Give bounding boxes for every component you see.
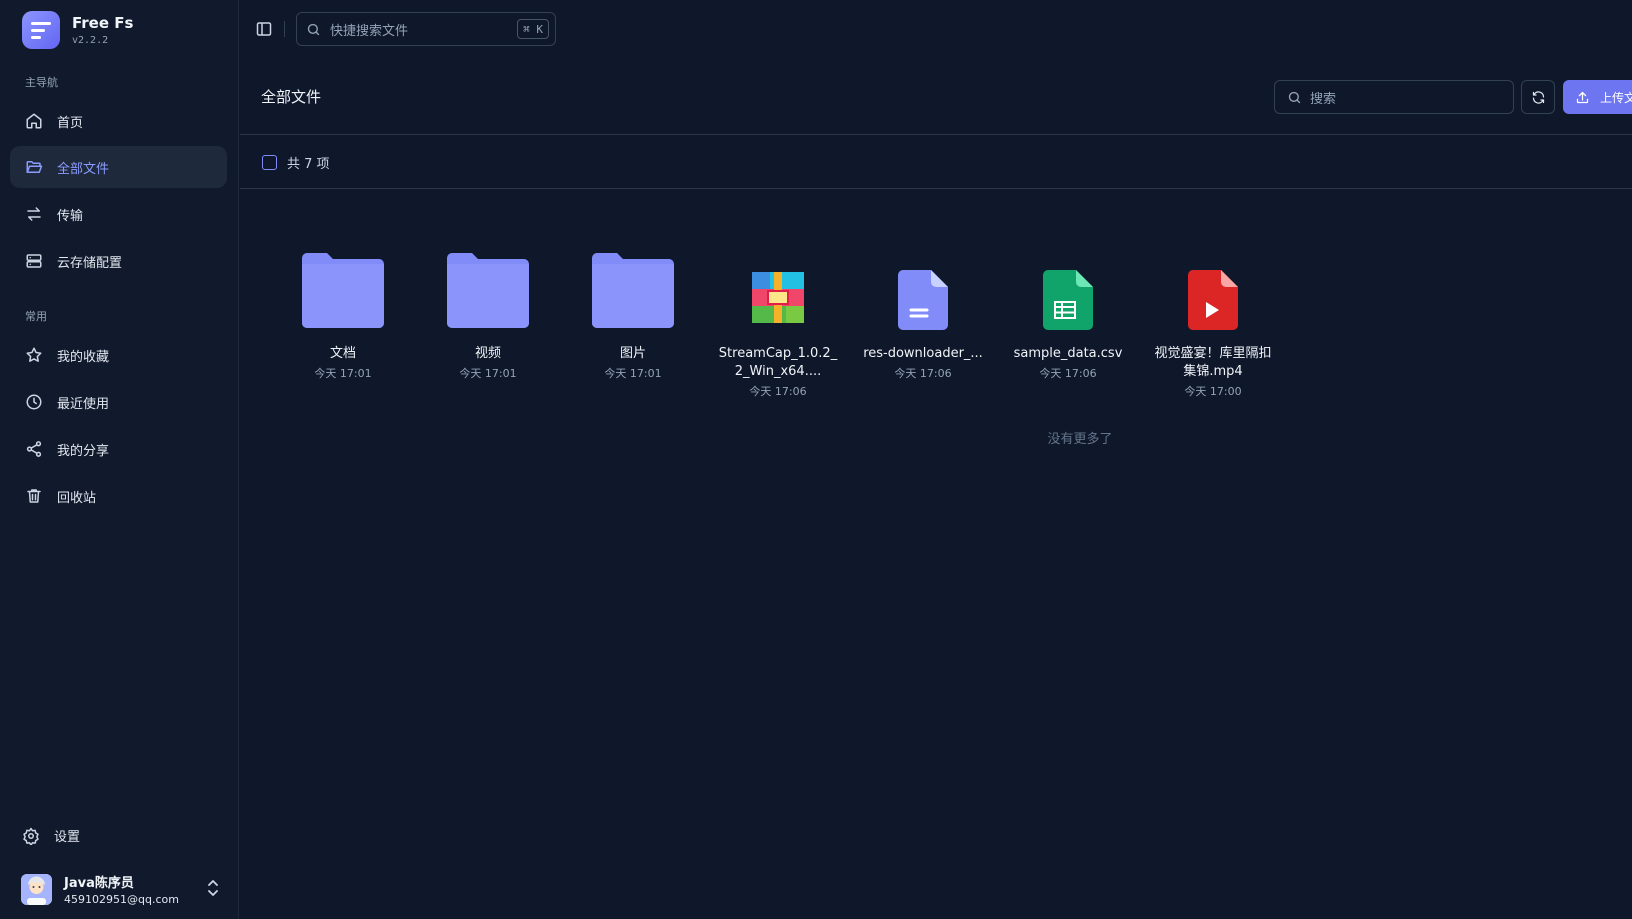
search-icon bbox=[307, 23, 320, 35]
storage-icon bbox=[26, 254, 42, 268]
file-search-input[interactable]: 搜索 bbox=[1274, 80, 1514, 114]
section-label-common: 常用 bbox=[25, 310, 47, 323]
file-item[interactable]: 文档 今天 17:01 bbox=[283, 240, 403, 381]
document-icon bbox=[898, 270, 948, 330]
settings-label: 设置 bbox=[54, 830, 81, 845]
file-name: 视频 bbox=[474, 346, 501, 361]
file-name: 文档 bbox=[329, 346, 356, 361]
file-date: 今天 17:06 bbox=[749, 385, 807, 398]
sidebar-item-favorites[interactable]: 我的收藏 bbox=[10, 334, 227, 376]
spreadsheet-icon bbox=[1043, 270, 1093, 330]
shortcut-hint: ⌘ K bbox=[517, 19, 549, 39]
sidebar-item-recent[interactable]: 最近使用 bbox=[10, 381, 227, 423]
sidebar-item-shares[interactable]: 我的分享 bbox=[10, 428, 227, 470]
chevron-up-down-icon[interactable] bbox=[205, 879, 221, 897]
file-item[interactable]: 视频 今天 17:01 bbox=[428, 240, 548, 381]
file-item[interactable]: sample_data.csv 今天 17:06 bbox=[1008, 240, 1128, 381]
sidebar-item-home[interactable]: 首页 bbox=[10, 100, 227, 142]
star-icon bbox=[26, 347, 42, 362]
sidebar-item-label: 全部文件 bbox=[57, 161, 110, 177]
search-icon bbox=[1288, 91, 1301, 103]
user-menu[interactable]: Java陈序员 459102951@qq.com bbox=[21, 872, 221, 906]
sidebar-item-label: 最近使用 bbox=[57, 396, 110, 412]
avatar-icon bbox=[21, 873, 52, 905]
sidebar-item-transfer[interactable]: 传输 bbox=[10, 193, 227, 235]
sidebar-item-label: 首页 bbox=[57, 115, 84, 131]
item-count: 共 7 项 bbox=[287, 157, 330, 172]
app-version: v2.2.2 bbox=[72, 35, 109, 46]
file-item[interactable]: 视觉盛宴！库里隔扣集锦.mp4 今天 17:00 bbox=[1153, 240, 1273, 399]
share-icon bbox=[26, 441, 42, 457]
folder-icon bbox=[592, 253, 674, 328]
brand[interactable]: Free Fs v2.2.2 bbox=[22, 11, 133, 49]
archive-icon bbox=[752, 272, 804, 323]
quick-search-input[interactable]: 快捷搜索文件 ⌘ K bbox=[296, 12, 556, 46]
quick-search-placeholder: 快捷搜索文件 bbox=[330, 23, 409, 39]
upload-icon bbox=[1576, 91, 1589, 103]
divider bbox=[284, 21, 285, 37]
select-all-checkbox[interactable] bbox=[262, 155, 277, 170]
file-name: sample_data.csv bbox=[1013, 346, 1123, 361]
clock-icon bbox=[26, 394, 42, 410]
app-name: Free Fs bbox=[72, 14, 134, 32]
sidebar-toggle-icon[interactable] bbox=[256, 21, 272, 37]
search-placeholder: 搜索 bbox=[1310, 91, 1337, 107]
sidebar-item-all-files[interactable]: 全部文件 bbox=[10, 146, 227, 188]
video-file-icon bbox=[1188, 270, 1238, 330]
upload-label: 上传文件 bbox=[1600, 90, 1632, 105]
home-icon bbox=[26, 113, 42, 129]
sidebar-item-trash[interactable]: 回收站 bbox=[10, 475, 227, 517]
file-name: StreamCap_1.0.2_2_Win_x64.... bbox=[718, 346, 838, 379]
divider bbox=[240, 134, 1632, 135]
sidebar-item-label: 我的分享 bbox=[57, 443, 110, 459]
gear-icon bbox=[23, 827, 39, 845]
topbar: 快捷搜索文件 ⌘ K bbox=[240, 0, 1632, 60]
file-date: 今天 17:01 bbox=[314, 367, 372, 380]
file-item[interactable]: res-downloader_... 今天 17:06 bbox=[863, 240, 983, 381]
sidebar-item-label: 我的收藏 bbox=[57, 349, 110, 365]
file-date: 今天 17:01 bbox=[459, 367, 517, 380]
trash-icon bbox=[27, 489, 41, 503]
divider bbox=[240, 188, 1632, 189]
avatar bbox=[21, 873, 52, 905]
folder-icon bbox=[447, 253, 529, 328]
user-name: Java陈序员 bbox=[64, 876, 134, 891]
file-date: 今天 17:01 bbox=[604, 367, 662, 380]
user-email: 459102951@qq.com bbox=[64, 893, 179, 906]
file-name: res-downloader_... bbox=[863, 346, 983, 361]
sidebar-item-label: 回收站 bbox=[57, 490, 97, 506]
transfer-icon bbox=[27, 207, 41, 221]
file-name: 视觉盛宴！库里隔扣集锦.mp4 bbox=[1154, 346, 1272, 379]
folder-icon bbox=[302, 253, 384, 328]
section-label-main: 主导航 bbox=[25, 76, 58, 89]
settings-button[interactable]: 设置 bbox=[22, 826, 80, 845]
file-item[interactable]: 图片 今天 17:01 bbox=[573, 240, 693, 381]
file-date: 今天 17:06 bbox=[1039, 367, 1097, 380]
file-date: 今天 17:00 bbox=[1184, 385, 1242, 398]
refresh-button[interactable] bbox=[1521, 80, 1555, 114]
select-all-row: 共 7 项 bbox=[262, 153, 330, 172]
folder-open-icon bbox=[26, 161, 43, 173]
page-title: 全部文件 bbox=[261, 88, 322, 106]
sidebar-item-label: 云存储配置 bbox=[57, 255, 123, 271]
app-logo-icon bbox=[22, 11, 60, 49]
sidebar-item-storage[interactable]: 云存储配置 bbox=[10, 240, 227, 282]
sidebar: Free Fs v2.2.2 主导航 首页 全部文件 传输 云存储配置 常用 我… bbox=[0, 0, 239, 919]
sidebar-item-label: 传输 bbox=[57, 208, 84, 224]
file-name: 图片 bbox=[619, 346, 646, 361]
upload-button[interactable]: 上传文件 bbox=[1563, 80, 1632, 114]
end-of-list-text: 没有更多了 bbox=[1047, 432, 1113, 447]
file-date: 今天 17:06 bbox=[894, 367, 952, 380]
file-item[interactable]: StreamCap_1.0.2_2_Win_x64.... 今天 17:06 bbox=[718, 240, 838, 399]
refresh-icon bbox=[1532, 90, 1544, 104]
